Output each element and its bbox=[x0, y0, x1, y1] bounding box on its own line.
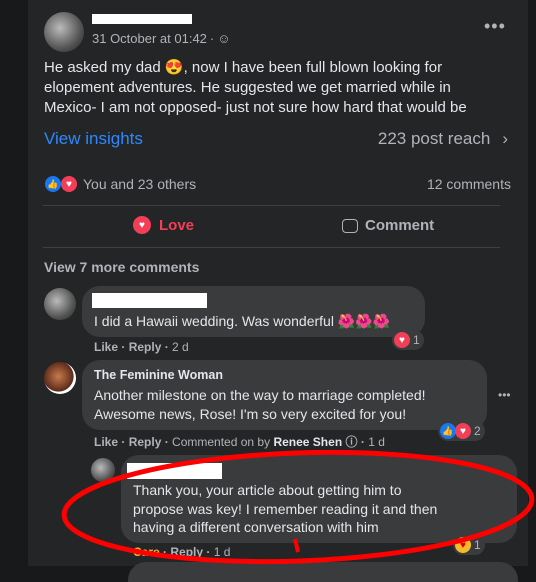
annotation-mark bbox=[293, 538, 300, 553]
red-annotation-ellipse bbox=[61, 449, 535, 565]
